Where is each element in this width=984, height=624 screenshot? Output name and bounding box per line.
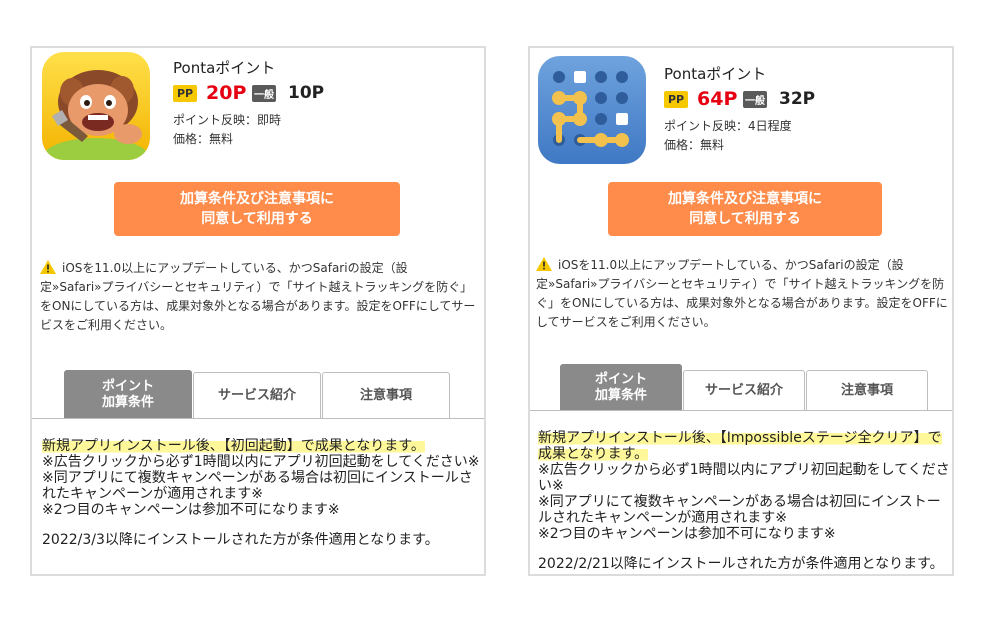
tab-point-conditions[interactable]: ポイント 加算条件 [560, 364, 682, 410]
general-points: 32P [779, 89, 816, 109]
warning-text: iOSを11.0以上にアップデートしている、かつSafariの設定（設定»Saf… [40, 261, 476, 332]
tab-bar: ポイント 加算条件 サービス紹介 注意事項 [560, 364, 929, 410]
tracking-warning: iOSを11.0以上にアップデートしている、かつSafariの設定（設定»Saf… [536, 256, 950, 332]
tab-service-intro[interactable]: サービス紹介 [683, 370, 805, 410]
pp-badge: PP [173, 84, 197, 102]
pp-points: 20P [206, 82, 247, 104]
general-points: 10P [288, 83, 325, 103]
agree-and-use-button[interactable]: 加算条件及び注意事項に 同意して利用する [114, 182, 400, 236]
point-reflection: ポイント反映：即時 [173, 113, 282, 127]
condition-body: 新規アプリインストール後、【Impossibleステージ全クリア】で成果となりま… [538, 430, 952, 572]
warning-text: iOSを11.0以上にアップデートしている、かつSafariの設定（設定»Saf… [536, 258, 948, 329]
note-line: ※2つ目のキャンペーンは参加不可になります※ [538, 526, 836, 542]
point-reflection: ポイント反映：4日程度 [664, 119, 792, 133]
app-meta: ポイント反映：4日程度 価格：無料 [664, 117, 815, 155]
tab-label-line-2: 加算条件 [101, 394, 154, 410]
app-meta: ポイント反映：即時 価格：無料 [173, 111, 324, 149]
cta-line-1: 加算条件及び注意事項に [180, 191, 334, 207]
tab-service-intro[interactable]: サービス紹介 [193, 372, 321, 418]
agree-and-use-button[interactable]: 加算条件及び注意事項に 同意して利用する [608, 182, 882, 236]
app-name: Pontaポイント [664, 65, 767, 83]
offer-panel-2: Pontaポイント PP 64P 一般 32P ポイント反映：4日程度 価格：無… [528, 46, 954, 576]
tab-label: 注意事項 [840, 382, 893, 398]
tab-label: サービス紹介 [217, 387, 296, 403]
tab-label: 注意事項 [359, 387, 412, 403]
tab-divider [530, 410, 952, 411]
tab-label-line-1: ポイント [594, 371, 647, 387]
condition-highlight: 新規アプリインストール後、【初回起動】で成果となります。 [42, 438, 425, 454]
tab-divider [32, 418, 484, 419]
tab-notes[interactable]: 注意事項 [806, 370, 928, 410]
caveman-game-app-icon[interactable] [42, 52, 150, 160]
tab-label: サービス紹介 [704, 382, 783, 398]
app-info: Pontaポイント PP 20P 一般 10P ポイント反映：即時 価格：無料 [173, 58, 324, 149]
price: 価格：無料 [664, 138, 725, 152]
dot-puzzle-app-icon[interactable] [538, 56, 646, 164]
note-line: ※同アプリにて複数キャンペーンがある場合は初回にインストールされたキャンペーンが… [42, 470, 473, 502]
tab-label-line-2: 加算条件 [594, 387, 647, 403]
note-line: ※同アプリにて複数キャンペーンがある場合は初回にインストールされたキャンペーンが… [538, 494, 941, 526]
cta-line-2: 同意して利用する [689, 211, 801, 227]
app-info: Pontaポイント PP 64P 一般 32P ポイント反映：4日程度 価格：無… [664, 64, 815, 155]
warning-icon [536, 257, 552, 271]
general-badge: 一般 [743, 90, 767, 108]
date-note: 2022/3/3以降にインストールされた方が条件適用となります。 [42, 532, 439, 548]
points-row: PP 64P 一般 32P [664, 86, 815, 112]
condition-body: 新規アプリインストール後、【初回起動】で成果となります。 ※広告クリックから必ず… [42, 438, 482, 548]
tab-label-line-1: ポイント [101, 378, 154, 394]
note-line: ※2つ目のキャンペーンは参加不可になります※ [42, 502, 340, 518]
points-row: PP 20P 一般 10P [173, 80, 324, 106]
date-note: 2022/2/21以降にインストールされた方が条件適用となります。 [538, 556, 944, 572]
offer-panel-1: Pontaポイント PP 20P 一般 10P ポイント反映：即時 価格：無料 … [30, 46, 486, 576]
pp-badge: PP [664, 90, 688, 108]
price: 価格：無料 [173, 132, 234, 146]
tracking-warning: iOSを11.0以上にアップデートしている、かつSafariの設定（設定»Saf… [40, 259, 480, 335]
note-line: ※広告クリックから必ず1時間以内にアプリ初回起動をしてください※ [42, 454, 480, 470]
cta-line-2: 同意して利用する [201, 211, 313, 227]
app-name: Pontaポイント [173, 59, 276, 77]
note-line: ※広告クリックから必ず1時間以内にアプリ初回起動をしてください※ [538, 462, 950, 494]
tab-point-conditions[interactable]: ポイント 加算条件 [64, 370, 192, 418]
tab-bar: ポイント 加算条件 サービス紹介 注意事項 [64, 370, 451, 418]
condition-highlight: 新規アプリインストール後、【Impossibleステージ全クリア】で成果となりま… [538, 430, 942, 462]
cta-line-1: 加算条件及び注意事項に [668, 191, 822, 207]
warning-icon [40, 260, 56, 274]
general-badge: 一般 [252, 84, 276, 102]
tab-notes[interactable]: 注意事項 [322, 372, 450, 418]
pp-points: 64P [697, 88, 738, 110]
